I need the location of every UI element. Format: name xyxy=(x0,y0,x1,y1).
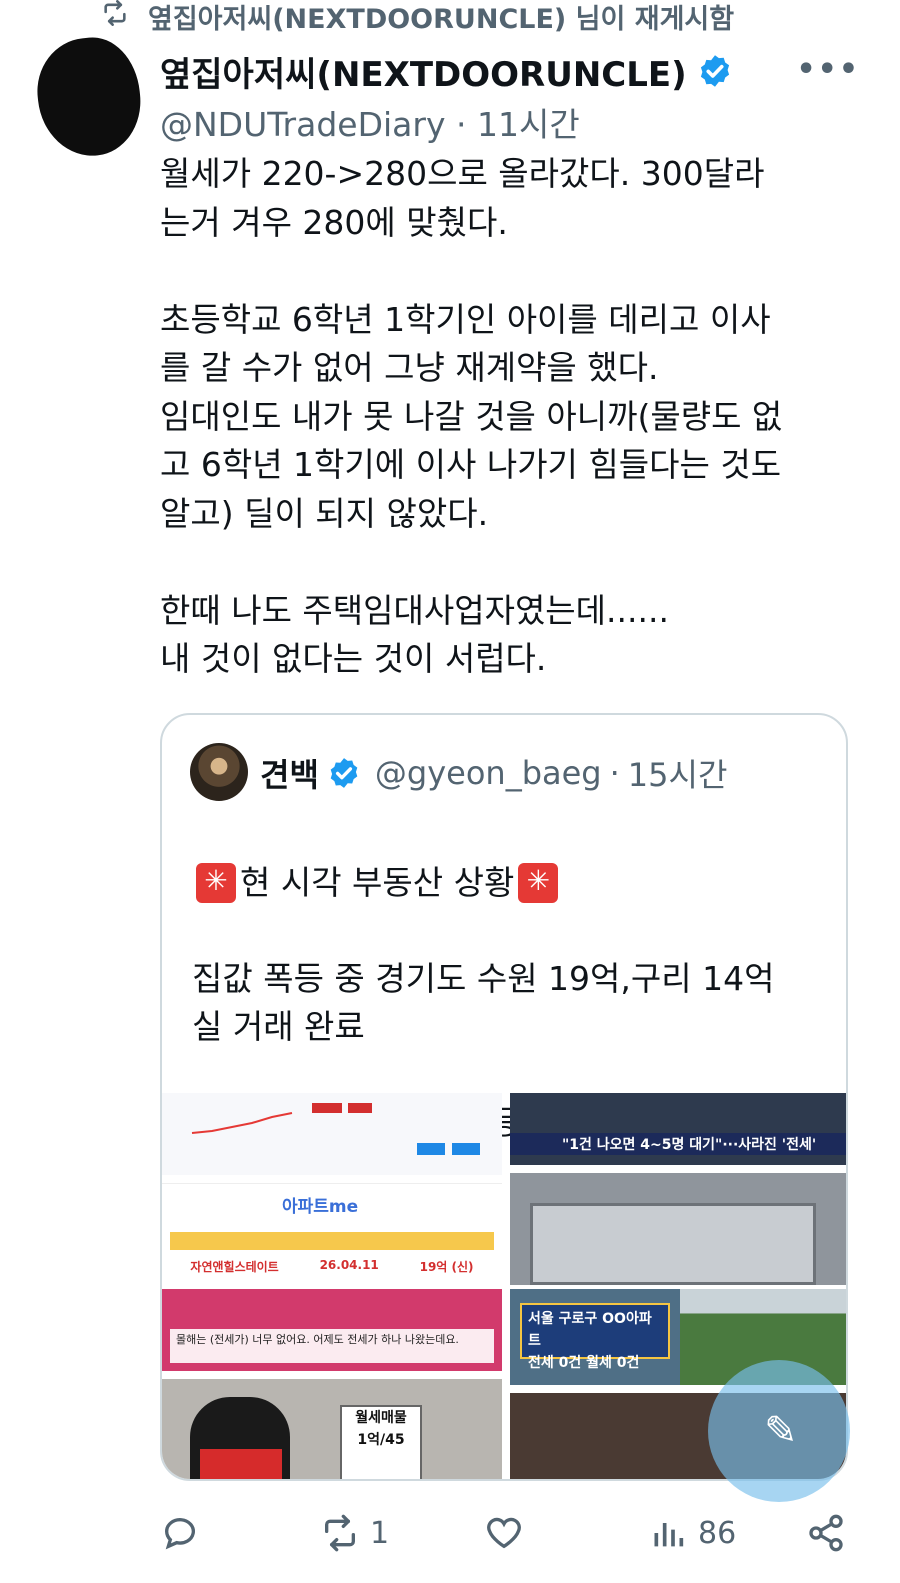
verified-badge-icon xyxy=(700,55,729,87)
quote-handle[interactable]: @gyeon_baeg xyxy=(375,754,602,792)
retweet-count: 1 xyxy=(370,1515,390,1551)
app-logo: 아파트me xyxy=(282,1197,359,1217)
media-thumb-app[interactable]: 아파트me 자연앤힐스테이트 26.04.11 19억 (신) xyxy=(162,1183,502,1292)
action-bar: 1 86 xyxy=(0,1505,900,1565)
app-row: 자연앤힐스테이트 26.04.11 19억 (신) xyxy=(170,1258,494,1278)
tweet-text: 월세가 220->280으로 올라갔다. 300달라 는거 겨우 280에 맞췄… xyxy=(160,154,783,678)
app-row-cell: 자연앤힐스테이트 xyxy=(190,1260,279,1274)
tweet-header: 옆집아저씨(NEXTDOORUNCLE) ••• xyxy=(160,46,860,96)
app-row-cell: 19억 (신) xyxy=(419,1260,474,1274)
avatar[interactable] xyxy=(32,32,146,162)
news1-caption: "1건 나오면 4~5명 대기"···사라진 '전세' xyxy=(510,1133,846,1155)
anchor-coat xyxy=(200,1449,282,1479)
window-shutter xyxy=(530,1203,816,1285)
views-button[interactable]: 86 xyxy=(648,1513,736,1553)
media-thumb-building[interactable] xyxy=(510,1173,846,1285)
siren-emoji-icon xyxy=(518,863,559,903)
media-thumb-news1[interactable]: "1건 나오면 4~5명 대기"···사라진 '전세' xyxy=(510,1093,846,1165)
compose-fab[interactable]: ✎ xyxy=(708,1360,850,1502)
heart-icon xyxy=(487,1517,521,1549)
feather-icon: ✎ xyxy=(764,1408,798,1454)
separator: · xyxy=(609,754,620,792)
quote-tweet-card[interactable]: 견백 @gyeon_baeg · 15시간 현 시각 부동산 상황 집값 폭등 … xyxy=(160,713,848,1481)
quote-author-name[interactable]: 견백 xyxy=(260,750,319,796)
quote-header: 견백 @gyeon_baeg · 15시간 xyxy=(260,745,727,801)
author-name[interactable]: 옆집아저씨(NEXTDOORUNCLE) xyxy=(160,47,687,96)
retweet-banner: 옆집아저씨(NEXTDOORUNCLE) 님이 재게시함 xyxy=(100,0,734,36)
rental-placard: 월세매물 1억/45 xyxy=(340,1405,422,1479)
author-handle[interactable]: @NDUTradeDiary xyxy=(160,105,446,144)
quote-avatar[interactable] xyxy=(190,743,248,801)
apartment-sign: 서울 구로구 OO아파트 전세 0건 월세 0건 xyxy=(520,1303,670,1371)
views-count: 86 xyxy=(698,1515,737,1551)
share-button[interactable] xyxy=(806,1513,846,1553)
views-icon xyxy=(654,1523,684,1547)
media-thumb-anchor[interactable]: 월세매물 1억/45 xyxy=(162,1379,502,1479)
separator: · xyxy=(456,105,467,144)
retweet-button[interactable]: 1 xyxy=(320,1513,389,1553)
app-row-cell: 26.04.11 xyxy=(319,1258,379,1272)
news2-caption: 몰해는 (전세가) 너무 없어요. 어제도 전세가 하나 나왔는데요. xyxy=(170,1329,494,1363)
retweet-icon xyxy=(100,0,130,34)
quote-line1: 현 시각 부동산 상황 xyxy=(240,863,515,902)
reply-icon xyxy=(164,1518,195,1550)
more-icon[interactable]: ••• xyxy=(796,52,860,87)
verified-badge-icon xyxy=(330,758,358,788)
quote-time[interactable]: 15시간 xyxy=(628,750,728,796)
share-icon xyxy=(809,1514,843,1552)
tweet-time[interactable]: 11시간 xyxy=(477,105,580,144)
media-thumb-chart[interactable] xyxy=(162,1093,502,1175)
media-thumb-news2[interactable]: 몰해는 (전세가) 너무 없어요. 어제도 전세가 하나 나왔는데요. xyxy=(162,1289,502,1371)
like-button[interactable] xyxy=(484,1513,524,1553)
handle-row: @NDUTradeDiary · 11시간 xyxy=(160,98,580,146)
retweet-banner-text: 옆집아저씨(NEXTDOORUNCLE) 님이 재게시함 xyxy=(148,3,735,35)
siren-emoji-icon xyxy=(196,863,236,903)
retweet-icon xyxy=(325,1514,355,1552)
app-header-bar xyxy=(170,1232,494,1250)
reply-button[interactable] xyxy=(160,1513,200,1553)
